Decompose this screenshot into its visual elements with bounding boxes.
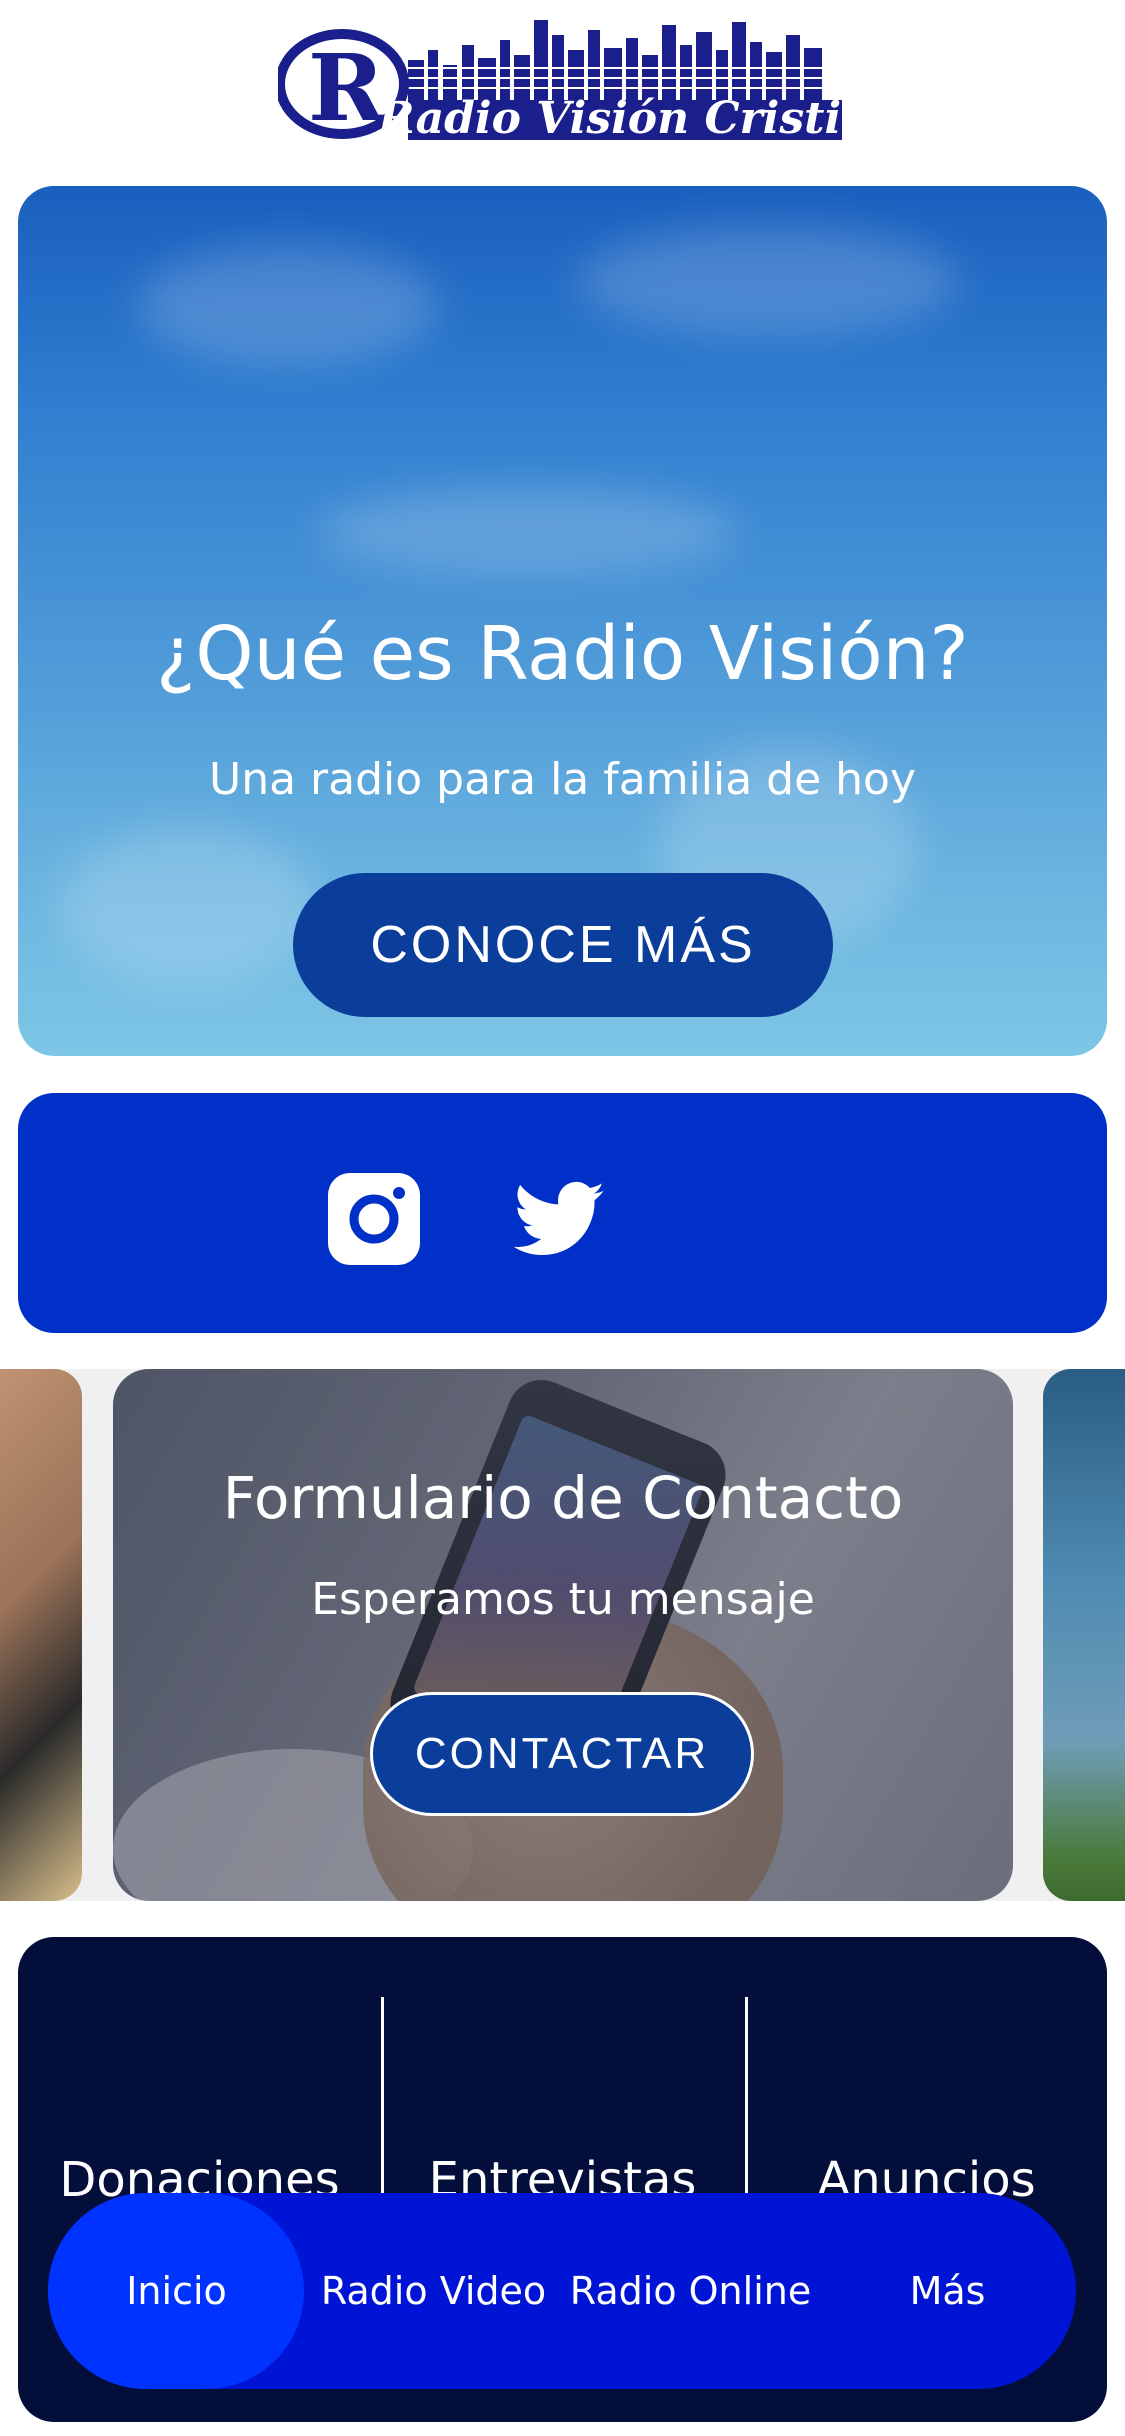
- nav-item-radio-video[interactable]: Radio Video: [305, 2269, 562, 2313]
- contactar-button[interactable]: CONTACTAR: [370, 1692, 754, 1816]
- carousel-slide-previous[interactable]: [0, 1369, 82, 1901]
- header: R Radio Visión Cristiana: [0, 0, 1125, 170]
- conoce-mas-button[interactable]: CONOCE MÁS: [293, 873, 833, 1017]
- twitter-icon[interactable]: [514, 1173, 606, 1265]
- nav-item-radio-online[interactable]: Radio Online: [562, 2269, 819, 2313]
- social-links-bar: [18, 1093, 1107, 1333]
- instagram-icon[interactable]: [328, 1173, 420, 1265]
- hero-banner: ¿Qué es Radio Visión? Una radio para la …: [18, 186, 1107, 1056]
- content-carousel[interactable]: Formulario de Contacto Esperamos tu mens…: [0, 1369, 1125, 1901]
- hero-subtitle: Una radio para la familia de hoy: [208, 754, 917, 805]
- nav-item-inicio[interactable]: Inicio: [48, 2269, 305, 2313]
- logo-text: Radio Visión Cristiana: [376, 93, 848, 144]
- logo-letter: R: [308, 34, 385, 142]
- nav-item-mas[interactable]: Más: [819, 2269, 1076, 2313]
- bottom-nav: Inicio Radio Video Radio Online Más: [48, 2193, 1076, 2389]
- carousel-slide-contact: Formulario de Contacto Esperamos tu mens…: [113, 1369, 1013, 1901]
- slide-subtitle: Esperamos tu mensaje: [311, 1574, 815, 1625]
- carousel-slide-next[interactable]: [1043, 1369, 1125, 1901]
- radio-vision-cristiana-logo[interactable]: R Radio Visión Cristiana: [278, 20, 848, 148]
- hero-title: ¿Qué es Radio Visión?: [156, 611, 969, 697]
- slide-title: Formulario de Contacto: [222, 1464, 904, 1532]
